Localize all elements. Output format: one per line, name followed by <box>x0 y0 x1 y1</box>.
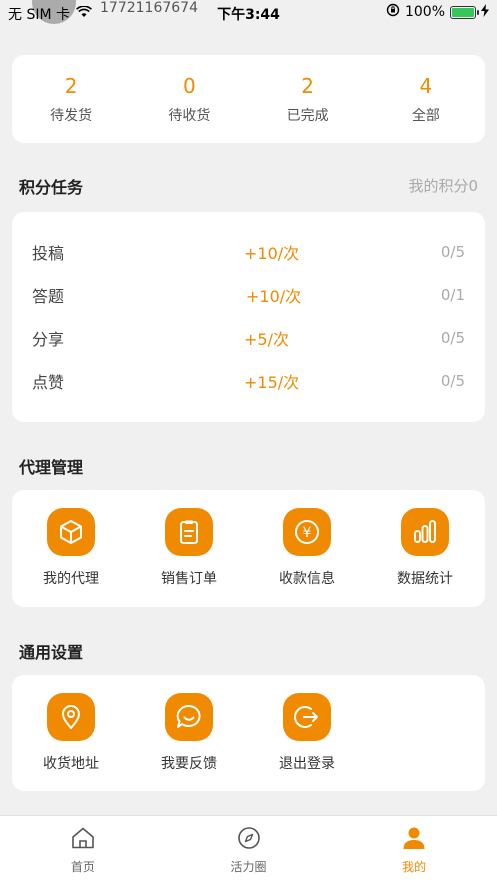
svg-text:¥: ¥ <box>303 525 312 541</box>
tab-community[interactable]: 活力圈 <box>166 816 332 883</box>
tab-home[interactable]: 首页 <box>0 816 166 883</box>
settings-section-title: 通用设置 <box>19 643 84 662</box>
logout-button[interactable]: 退出登录 <box>248 675 366 791</box>
clipboard-icon <box>165 508 213 556</box>
grid-label: 我要反馈 <box>161 756 217 772</box>
order-count: 2 <box>64 74 78 98</box>
status-right: 100% <box>386 3 489 21</box>
general-settings-card: 收货地址 我要反馈 退出登录 <box>12 675 485 791</box>
order-count: 0 <box>183 74 196 98</box>
my-points-link[interactable]: 我的积分0 <box>408 175 478 196</box>
task-name: 分享 <box>32 330 65 349</box>
agent-section-title: 代理管理 <box>19 458 84 477</box>
task-name: 点赞 <box>32 373 65 392</box>
task-row[interactable]: 点赞 +15/次 0/5 <box>12 366 485 396</box>
task-progress: 0/5 <box>440 372 465 390</box>
grid-label: 收货地址 <box>43 756 99 772</box>
task-progress: 0/5 <box>440 243 465 261</box>
my-agent-button[interactable]: 我的代理 <box>12 490 130 607</box>
tab-mine[interactable]: 我的 <box>331 816 497 883</box>
data-statistics-button[interactable]: 数据统计 <box>366 490 484 607</box>
order-label: 全部 <box>411 108 440 124</box>
bar-chart-icon <box>401 508 449 556</box>
task-progress: 0/5 <box>440 329 465 347</box>
order-label: 待发货 <box>50 108 93 124</box>
grid-label: 销售订单 <box>161 571 217 587</box>
status-bar: 无 SIM 卡 17721167674 下午3:44 100% <box>0 0 497 26</box>
grid-label: 退出登录 <box>279 756 335 772</box>
feedback-button[interactable]: 我要反馈 <box>130 675 248 791</box>
person-icon <box>401 826 427 854</box>
chat-bubble-icon <box>165 693 213 741</box>
order-stat-to-receive[interactable]: 0 待收货 <box>130 55 248 143</box>
yen-coin-icon: ¥ <box>283 508 331 556</box>
order-count: 2 <box>301 74 314 98</box>
battery-icon <box>450 5 479 19</box>
task-name: 答题 <box>32 287 65 306</box>
sales-orders-button[interactable]: 销售订单 <box>130 490 248 607</box>
tab-label: 我的 <box>402 860 427 874</box>
task-points: +10/次 <box>246 287 302 306</box>
task-progress: 0/1 <box>440 286 465 304</box>
location-pin-icon <box>47 693 95 741</box>
order-count: 4 <box>419 74 433 98</box>
points-section-title: 积分任务 <box>19 178 84 197</box>
charging-icon <box>481 3 489 21</box>
home-icon <box>70 826 96 854</box>
order-label: 待收货 <box>168 108 211 124</box>
task-row[interactable]: 投稿 +10/次 0/5 <box>12 237 485 267</box>
points-task-card: 投稿 +10/次 0/5 答题 +10/次 0/1 分享 +5/次 0/5 点赞… <box>12 212 485 422</box>
agent-management-card: 我的代理 销售订单 ¥ 收款信息 数据统计 <box>12 490 485 607</box>
order-summary-card: 2 待发货 0 待收货 2 已完成 4 全部 <box>12 55 485 143</box>
battery-percent: 100% <box>404 4 445 20</box>
shipping-address-button[interactable]: 收货地址 <box>12 675 130 791</box>
cube-icon <box>47 508 95 556</box>
grid-label: 我的代理 <box>43 571 99 587</box>
task-row[interactable]: 答题 +10/次 0/1 <box>12 280 485 310</box>
bottom-tab-bar: 首页 活力圈 我的 <box>0 815 497 883</box>
task-name: 投稿 <box>32 244 65 263</box>
order-stat-to-ship[interactable]: 2 待发货 <box>12 55 130 143</box>
payment-info-button[interactable]: ¥ 收款信息 <box>248 490 366 607</box>
task-points: +15/次 <box>244 373 300 392</box>
compass-icon <box>236 826 262 854</box>
grid-label: 收款信息 <box>279 571 335 587</box>
rotation-lock-icon <box>386 3 400 21</box>
order-stat-all[interactable]: 4 全部 <box>367 55 485 143</box>
order-stat-completed[interactable]: 2 已完成 <box>249 55 367 143</box>
logout-icon <box>283 693 331 741</box>
task-points: +5/次 <box>244 330 289 349</box>
task-points: +10/次 <box>244 244 300 263</box>
order-label: 已完成 <box>286 108 329 124</box>
tab-label: 首页 <box>70 860 95 874</box>
grid-label: 数据统计 <box>397 571 453 587</box>
tab-label: 活力圈 <box>230 860 267 874</box>
task-row[interactable]: 分享 +5/次 0/5 <box>12 323 485 353</box>
